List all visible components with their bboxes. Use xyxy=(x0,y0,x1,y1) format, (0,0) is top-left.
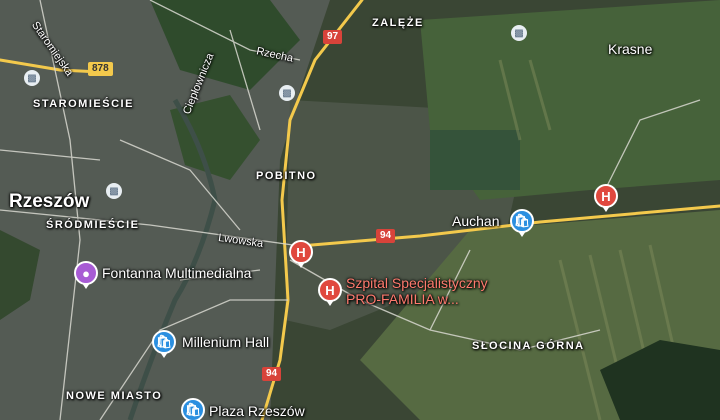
poi-label-auchan[interactable]: Auchan xyxy=(452,214,499,228)
poi-label-fontanna[interactable]: Fontanna Multimedialna xyxy=(102,266,251,280)
district-label-nowe-miasto: NOWE MIASTO xyxy=(66,390,163,402)
bus-stop-icon[interactable]: ▩ xyxy=(24,70,40,86)
shopping-bag-icon[interactable]: 🛍 xyxy=(152,330,176,358)
poi-label-plaza[interactable]: Plaza Rzeszów xyxy=(209,404,305,418)
poi-label-szpital-line1[interactable]: Szpital Specjalistyczny xyxy=(346,276,488,290)
poi-label-millenium-hall[interactable]: Millenium Hall xyxy=(182,335,269,349)
road-shield-94-south: 94 xyxy=(262,367,282,381)
district-label-slocina-gorna: SŁOCINA GÓRNA xyxy=(472,340,585,352)
bus-stop-icon[interactable]: ▩ xyxy=(106,183,122,199)
camera-icon[interactable]: ● xyxy=(74,261,98,289)
district-label-staromiescie: STAROMIEŚCIE xyxy=(33,98,134,110)
shopping-bag-icon[interactable]: 🛍 xyxy=(181,398,205,420)
district-label-pobitno: POBITNO xyxy=(256,170,317,182)
hospital-icon[interactable]: H xyxy=(289,240,313,268)
map-view[interactable]: 97 878 94 94 Rzeszów STAROMIEŚCIE ŚRÓDMI… xyxy=(0,0,720,420)
hospital-icon[interactable]: H xyxy=(594,184,618,212)
road-shield-97: 97 xyxy=(323,30,343,44)
bus-stop-icon[interactable]: ▩ xyxy=(511,25,527,41)
city-label-rzeszow: Rzeszów xyxy=(9,191,90,212)
road-shield-878: 878 xyxy=(88,62,113,76)
town-label-krasne: Krasne xyxy=(608,41,653,57)
district-label-srodmiescie: ŚRÓDMIEŚCIE xyxy=(46,219,140,231)
district-label-zaleze: ZALĘŻE xyxy=(372,17,424,29)
bus-stop-icon[interactable]: ▩ xyxy=(279,85,295,101)
shopping-bag-icon[interactable]: 🛍 xyxy=(510,209,534,237)
road-shield-94-east: 94 xyxy=(376,229,396,243)
hospital-icon[interactable]: H xyxy=(318,278,342,306)
poi-label-szpital-line2[interactable]: PRO-FAMILIA w... xyxy=(346,292,459,306)
